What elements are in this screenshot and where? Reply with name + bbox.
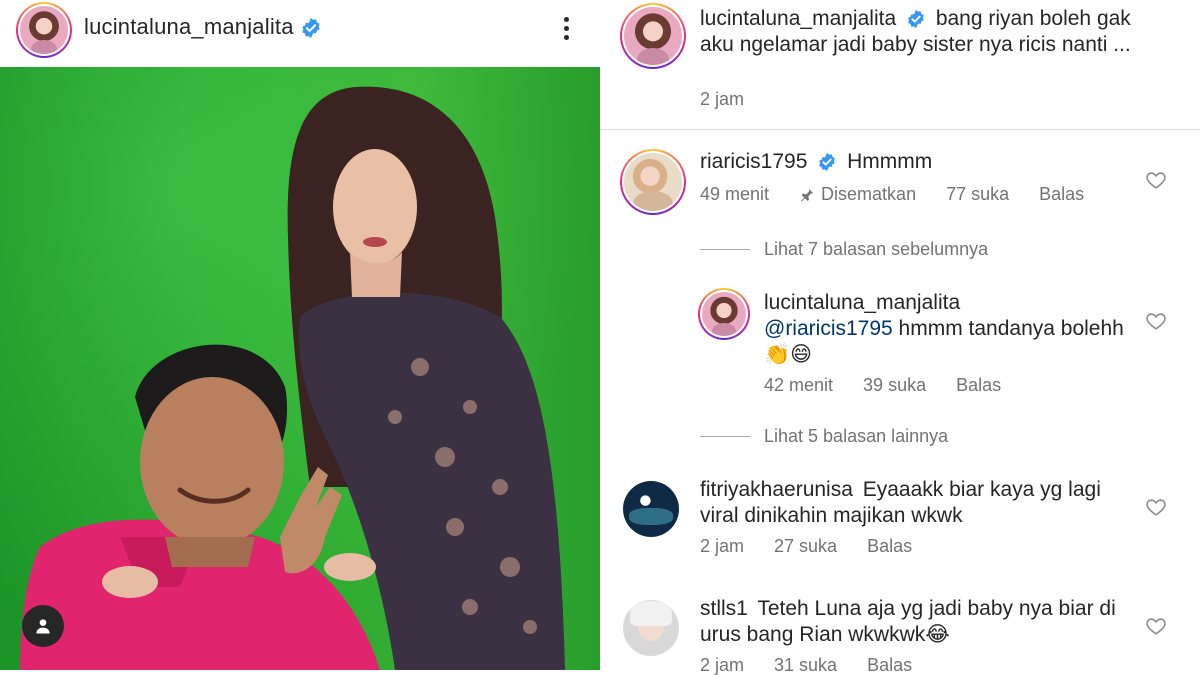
photo-content — [20, 86, 565, 670]
comment-username[interactable]: stlls1 — [700, 597, 748, 620]
reply-button[interactable]: Balas — [956, 375, 1001, 396]
caption-meta: 2 jam — [700, 89, 744, 110]
post-header: lucintaluna_manjalita — [0, 0, 600, 64]
reply-button[interactable]: Balas — [1039, 184, 1084, 205]
reply-button[interactable]: Balas — [867, 655, 912, 675]
post-username-row: lucintaluna_manjalita — [84, 14, 322, 40]
heart-icon[interactable] — [1145, 169, 1167, 191]
reply-button[interactable]: Balas — [867, 536, 912, 557]
heart-icon[interactable] — [1145, 615, 1167, 637]
post-avatar[interactable] — [16, 2, 72, 58]
reply-text: lucintaluna_manjalita @riaricis1795 hmmm… — [764, 290, 1134, 368]
replies-line — [700, 249, 750, 250]
post-panel: lucintaluna_manjalita — [0, 0, 600, 675]
pinned-label: Disematkan — [799, 184, 916, 205]
verified-badge-icon — [908, 10, 924, 29]
comment-time[interactable]: 2 jam — [700, 536, 744, 557]
caption-avatar[interactable] — [620, 3, 686, 69]
verified-badge-icon — [302, 18, 320, 39]
view-more-replies[interactable]: Lihat 5 balasan lainnya — [700, 426, 948, 447]
comment-username[interactable]: riaricis1795 — [700, 150, 807, 173]
view-previous-replies[interactable]: Lihat 7 balasan sebelumnya — [700, 239, 988, 260]
comment-time[interactable]: 49 menit — [700, 184, 769, 205]
verified-badge-icon — [819, 153, 836, 172]
comment-meta: 2 jam 27 suka Balas — [700, 536, 912, 557]
comment-avatar-fitriya[interactable] — [623, 481, 679, 537]
comment-meta: 2 jam 31 suka Balas — [700, 655, 912, 675]
comment-likes[interactable]: 77 suka — [946, 184, 1009, 205]
heart-icon[interactable] — [1145, 496, 1167, 518]
comment-avatar-stlls[interactable] — [623, 600, 679, 656]
comment-likes[interactable]: 31 suka — [774, 655, 837, 675]
comment-body: Hmmmm — [847, 150, 933, 173]
comment-time[interactable]: 2 jam — [700, 655, 744, 675]
pinned-text: Disematkan — [821, 184, 917, 204]
heart-icon[interactable] — [1145, 310, 1167, 332]
post-username[interactable]: lucintaluna_manjalita — [84, 14, 294, 39]
caption-text: lucintaluna_manjalita bang riyan boleh g… — [700, 6, 1140, 58]
pin-icon — [801, 188, 814, 202]
post-photo[interactable] — [0, 67, 600, 670]
reply-likes[interactable]: 39 suka — [863, 375, 926, 396]
caption-time[interactable]: 2 jam — [700, 89, 744, 110]
comment-text: riaricis1795 Hmmmm — [700, 149, 1140, 175]
reply-avatar[interactable] — [698, 288, 750, 340]
reply-username[interactable]: lucintaluna_manjalita — [764, 290, 1134, 316]
view-more-replies-label: Lihat 5 balasan lainnya — [764, 426, 949, 446]
caption-username[interactable]: lucintaluna_manjalita — [700, 7, 896, 30]
user-tag-icon[interactable] — [22, 605, 64, 647]
comment-meta: 49 menit Disematkan 77 suka Balas — [700, 184, 1084, 205]
comment-likes[interactable]: 27 suka — [774, 536, 837, 557]
comment-text: fitriyakhaerunisa Eyaaakk biar kaya yg l… — [700, 477, 1140, 529]
comment-avatar-riaricis[interactable] — [620, 149, 686, 215]
replies-line — [700, 436, 750, 437]
more-vertical-icon[interactable] — [556, 14, 576, 44]
reply-meta: 42 menit 39 suka Balas — [764, 375, 1001, 396]
view-previous-replies-label: Lihat 7 balasan sebelumnya — [764, 239, 989, 259]
comment-text: stlls1 Teteh Luna aja yg jadi baby nya b… — [700, 596, 1140, 648]
comment-body: Teteh Luna aja yg jadi baby nya biar di … — [700, 597, 1116, 646]
reply-time[interactable]: 42 menit — [764, 375, 833, 396]
reply-mention[interactable]: @riaricis1795 — [764, 317, 893, 340]
caption-divider — [600, 129, 1200, 130]
comment-username[interactable]: fitriyakhaerunisa — [700, 478, 853, 501]
